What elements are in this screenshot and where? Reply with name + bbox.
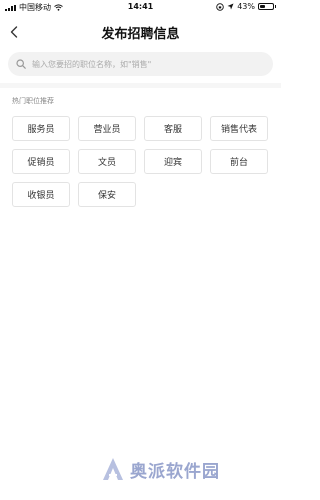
search-input[interactable]	[32, 59, 252, 69]
hot-positions-list: 服务员 营业员 客服 销售代表 促销员 文员 迎宾 前台 收银员 保安	[12, 116, 274, 207]
position-tag[interactable]: 前台	[210, 149, 268, 174]
section-divider	[0, 83, 281, 88]
search-icon	[16, 59, 26, 69]
position-tag[interactable]: 销售代表	[210, 116, 268, 141]
location-icon	[227, 3, 234, 10]
position-tag[interactable]: 促销员	[12, 149, 70, 174]
hot-positions-title: 热门职位推荐	[12, 97, 54, 105]
position-tag[interactable]: 客服	[144, 116, 202, 141]
status-bar: 中国移动 14:41 43%	[0, 0, 281, 14]
watermark-text: 奥派软件园	[130, 461, 220, 482]
rotation-lock-icon	[216, 2, 224, 11]
search-box[interactable]	[8, 52, 273, 76]
watermark: 奥派软件园	[100, 456, 220, 482]
battery-icon	[258, 3, 274, 10]
status-right: 43%	[216, 2, 276, 11]
position-tag[interactable]: 迎宾	[144, 149, 202, 174]
battery-percent: 43%	[237, 2, 255, 11]
battery-cap	[275, 5, 276, 8]
position-tag[interactable]: 营业员	[78, 116, 136, 141]
battery-fill	[260, 5, 265, 8]
page-title: 发布招聘信息	[101, 27, 180, 42]
position-tag[interactable]: 文员	[78, 149, 136, 174]
position-tag[interactable]: 服务员	[12, 116, 70, 141]
watermark-logo-icon	[103, 458, 123, 480]
position-tag[interactable]: 保安	[78, 182, 136, 207]
position-tag[interactable]: 收银员	[12, 182, 70, 207]
nav-bar: 发布招聘信息	[0, 14, 281, 50]
